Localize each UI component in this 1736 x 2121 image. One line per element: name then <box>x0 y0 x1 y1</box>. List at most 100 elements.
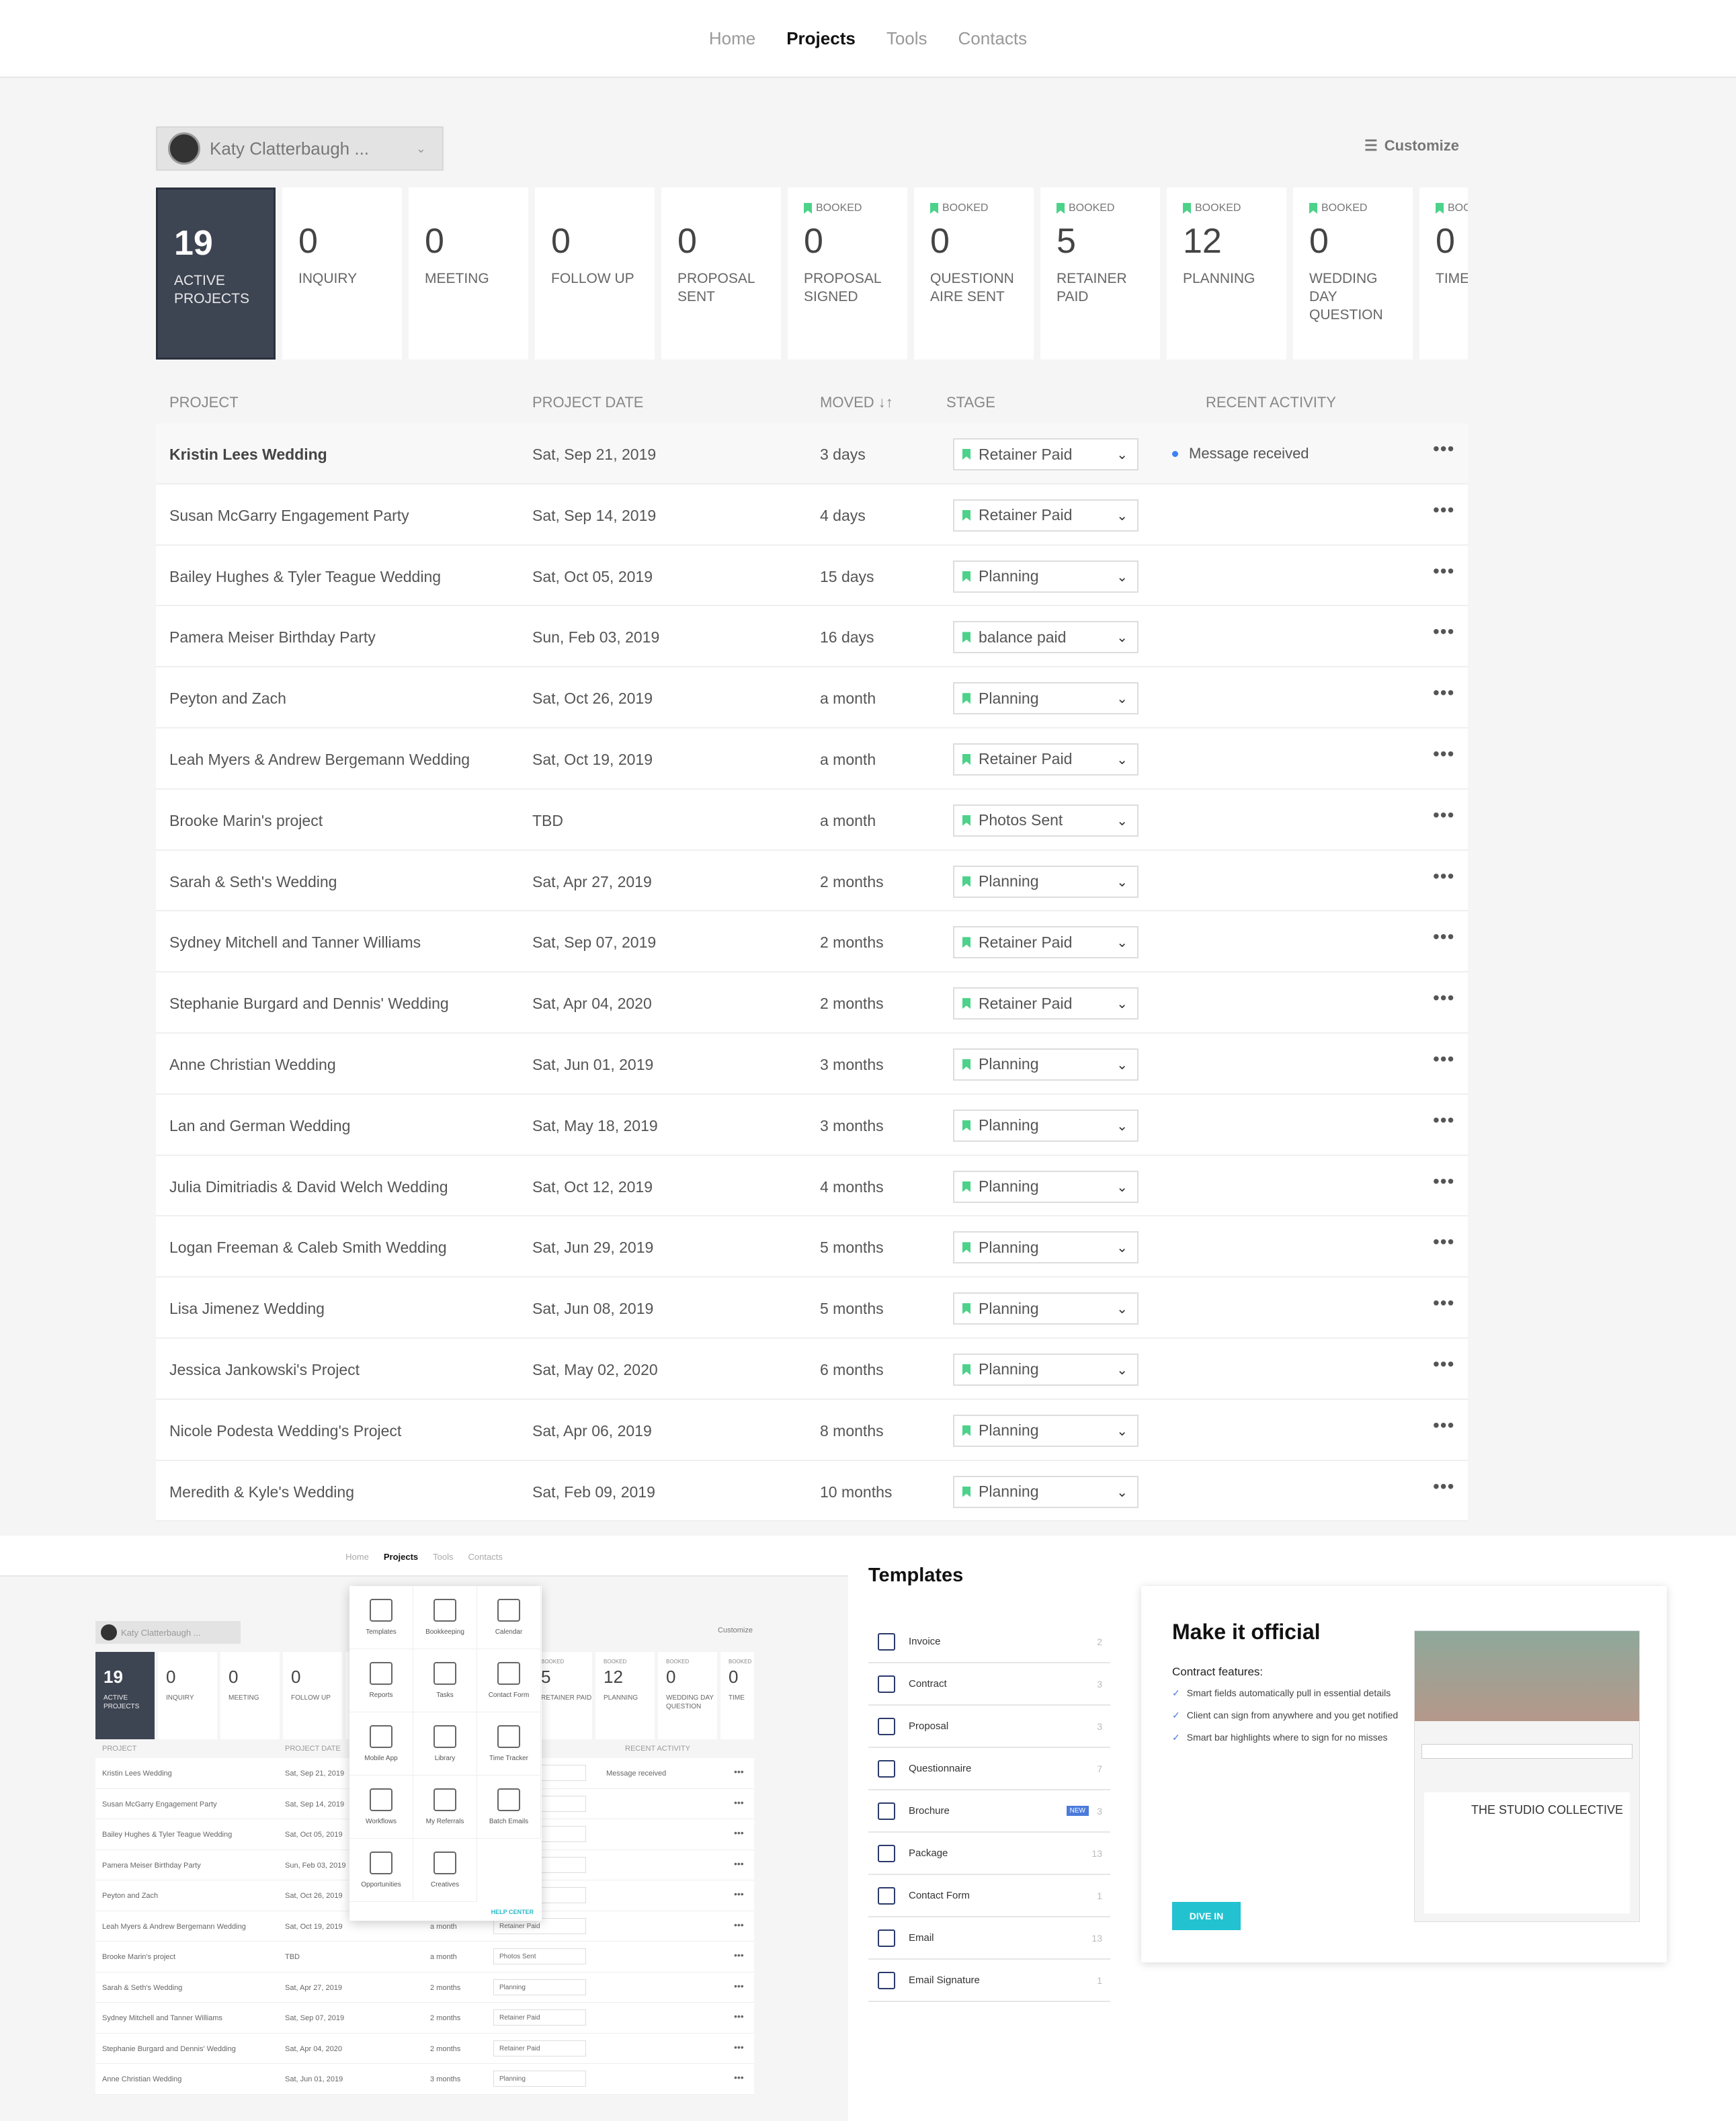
table-row[interactable]: Lisa Jimenez Wedding Sat, Jun 08, 2019 5 m… <box>156 1278 1468 1339</box>
tool-calendar[interactable]: Calendar <box>477 1586 541 1649</box>
mini-project-name[interactable]: Brooke Marin's project <box>102 1953 175 1961</box>
stage-select[interactable]: Planning ⌄ <box>953 1170 1139 1203</box>
mini-project-name[interactable]: Stephanie Burgard and Dennis' Wedding <box>102 2045 236 2053</box>
more-options-icon[interactable]: ••• <box>1433 1048 1454 1070</box>
stage-stat-card[interactable]: 0 PROPOSAL SENT <box>661 188 781 360</box>
project-name[interactable]: Lan and German Wedding <box>169 1117 350 1135</box>
mini-user-selector[interactable]: Katy Clatterbaugh ... <box>95 1621 241 1644</box>
more-options-icon[interactable]: ••• <box>1433 1354 1454 1375</box>
table-row[interactable]: Sarah & Seth's Wedding Sat, Apr 27, 2019 2… <box>156 850 1468 912</box>
tool-tasks[interactable]: Tasks <box>413 1649 477 1712</box>
mini-project-name[interactable]: Anne Christian Wedding <box>102 2075 181 2083</box>
table-row[interactable]: Jessica Jankowski's Project Sat, May 02, … <box>156 1338 1468 1400</box>
user-selector[interactable]: Katy Clatterbaugh ... ⌄ <box>156 126 444 171</box>
stage-stat-card[interactable]: BOOKED 0 QUESTIONN AIRE SENT <box>914 188 1034 360</box>
customize-button[interactable]: ☰ Customize <box>1364 137 1459 155</box>
mini-project-name[interactable]: Bailey Hughes & Tyler Teague Wedding <box>102 1831 232 1839</box>
stage-select[interactable]: Planning ⌄ <box>953 1109 1139 1142</box>
project-name[interactable]: Sarah & Seth's Wedding <box>169 873 337 891</box>
stage-stat-card[interactable]: 0 FOLLOW UP <box>535 188 655 360</box>
project-name[interactable]: Susan McGarry Engagement Party <box>169 507 409 525</box>
stage-select[interactable]: Retainer Paid ⌄ <box>953 743 1139 776</box>
mini-nav-item-tools[interactable]: Tools <box>433 1552 453 1562</box>
more-options-icon[interactable]: ••• <box>1433 682 1454 704</box>
tool-opportunities[interactable]: Opportunities <box>349 1839 413 1902</box>
stage-select[interactable]: Planning ⌄ <box>953 1292 1139 1325</box>
mini-stage-select[interactable]: Retainer Paid <box>493 2040 586 2056</box>
table-row[interactable]: Peyton and Zach Sat, Oct 26, 2019 a month P… <box>156 667 1468 729</box>
more-options-icon[interactable]: ••• <box>1433 621 1454 642</box>
table-row[interactable]: Nicole Podesta Wedding's Project Sat, Apr… <box>156 1399 1468 1461</box>
more-options-icon[interactable]: ••• <box>734 1827 744 1838</box>
mini-stat-card[interactable]: BOOKED 12 PLANNING <box>595 1652 655 1739</box>
template-item-invoice[interactable]: Invoice 2 <box>868 1621 1110 1663</box>
more-options-icon[interactable]: ••• <box>734 2072 744 2083</box>
table-row[interactable]: Logan Freeman & Caleb Smith Wedding Sat, … <box>156 1216 1468 1278</box>
stage-select[interactable]: Retainer Paid ⌄ <box>953 438 1139 470</box>
template-item-brochure[interactable]: Brochure NEW 3 <box>868 1790 1110 1833</box>
template-item-contract[interactable]: Contract 3 <box>868 1663 1110 1706</box>
stage-stat-card[interactable]: 0 MEETING <box>409 188 528 360</box>
more-options-icon[interactable]: ••• <box>1433 743 1454 765</box>
stage-stat-card[interactable]: BOOKED 5 RETAINER PAID <box>1040 188 1160 360</box>
template-item-contact-form[interactable]: Contact Form 1 <box>868 1875 1110 1917</box>
mini-stat-card[interactable]: BOOKED 0 TIME <box>720 1652 754 1739</box>
more-options-icon[interactable]: ••• <box>734 2011 744 2022</box>
nav-item-projects[interactable]: Projects <box>786 28 856 49</box>
project-name[interactable]: Brooke Marin's project <box>169 812 323 830</box>
table-row[interactable]: Lan and German Wedding Sat, May 18, 2019 3… <box>156 1094 1468 1156</box>
template-item-email[interactable]: Email 13 <box>868 1917 1110 1960</box>
template-item-package[interactable]: Package 13 <box>868 1833 1110 1875</box>
table-row[interactable]: Bailey Hughes & Tyler Teague Wedding Sat,… <box>156 545 1468 607</box>
project-name[interactable]: Bailey Hughes & Tyler Teague Wedding <box>169 568 441 586</box>
tool-templates[interactable]: Templates <box>349 1586 413 1649</box>
mini-project-name[interactable]: Sydney Mitchell and Tanner Williams <box>102 2014 222 2022</box>
table-row[interactable]: Kristin Lees Wedding Sat, Sep 21, 2019 3 d… <box>156 423 1468 485</box>
mini-stage-select[interactable]: Planning <box>493 1979 586 1995</box>
tool-contact-form[interactable]: Contact Form <box>477 1649 541 1712</box>
table-row[interactable]: Leah Myers & Andrew Bergemann Wedding Sat… <box>156 728 1468 790</box>
stage-select[interactable]: Planning ⌄ <box>953 1353 1139 1386</box>
more-options-icon[interactable]: ••• <box>1433 1476 1454 1497</box>
project-name[interactable]: Leah Myers & Andrew Bergemann Wedding <box>169 751 470 769</box>
recent-activity[interactable]: Message received <box>1172 445 1309 462</box>
table-row[interactable]: Brooke Marin's project TBD a month Photos S… <box>156 789 1468 851</box>
tool-workflows[interactable]: Workflows <box>349 1776 413 1839</box>
project-name[interactable]: Julia Dimitriadis & David Welch Wedding <box>169 1178 448 1196</box>
stage-select[interactable]: Planning ⌄ <box>953 1048 1139 1081</box>
mini-project-name[interactable]: Peyton and Zach <box>102 1892 158 1900</box>
mini-nav-item-home[interactable]: Home <box>345 1552 369 1562</box>
stage-select[interactable]: balance paid ⌄ <box>953 621 1139 654</box>
stage-select[interactable]: Planning ⌄ <box>953 1475 1139 1508</box>
more-options-icon[interactable]: ••• <box>1433 1231 1454 1253</box>
dive-in-button[interactable]: DIVE IN <box>1172 1902 1241 1930</box>
project-name[interactable]: Stephanie Burgard and Dennis' Wedding <box>169 995 449 1013</box>
tool-bookkeeping[interactable]: Bookkeeping <box>413 1586 477 1649</box>
mini-nav-item-projects[interactable]: Projects <box>384 1552 418 1562</box>
mini-project-name[interactable]: Sarah & Seth's Wedding <box>102 1984 182 1992</box>
more-options-icon[interactable]: ••• <box>1433 1415 1454 1436</box>
mini-stage-select[interactable]: Planning <box>493 2071 586 2087</box>
more-options-icon[interactable]: ••• <box>734 1858 744 1869</box>
stage-select[interactable]: Planning ⌄ <box>953 1414 1139 1447</box>
tool-time-tracker[interactable]: Time Tracker <box>477 1712 541 1776</box>
project-name[interactable]: Meredith & Kyle's Wedding <box>169 1483 354 1501</box>
more-options-icon[interactable]: ••• <box>1433 1292 1454 1314</box>
nav-item-contacts[interactable]: Contacts <box>958 28 1028 49</box>
template-item-email-signature[interactable]: Email Signature 1 <box>868 1960 1110 2002</box>
mini-stat-card[interactable]: 0 INQUIRY <box>158 1652 217 1739</box>
more-options-icon[interactable]: ••• <box>734 1919 744 1930</box>
more-options-icon[interactable]: ••• <box>734 1981 744 1991</box>
tool-batch-emails[interactable]: Batch Emails <box>477 1776 541 1839</box>
project-name[interactable]: Nicole Podesta Wedding's Project <box>169 1422 401 1440</box>
mini-project-name[interactable]: Susan McGarry Engagement Party <box>102 1800 217 1808</box>
stage-select[interactable]: Retainer Paid ⌄ <box>953 499 1139 532</box>
stage-select[interactable]: Planning ⌄ <box>953 865 1139 898</box>
project-name[interactable]: Lisa Jimenez Wedding <box>169 1300 325 1318</box>
more-options-icon[interactable]: ••• <box>1433 804 1454 826</box>
project-name[interactable]: Pamera Meiser Birthday Party <box>169 628 376 647</box>
stage-select[interactable]: Planning ⌄ <box>953 1231 1139 1264</box>
tool-library[interactable]: Library <box>413 1712 477 1776</box>
more-options-icon[interactable]: ••• <box>1433 926 1454 948</box>
mini-stage-select[interactable]: Photos Sent <box>493 1948 586 1964</box>
